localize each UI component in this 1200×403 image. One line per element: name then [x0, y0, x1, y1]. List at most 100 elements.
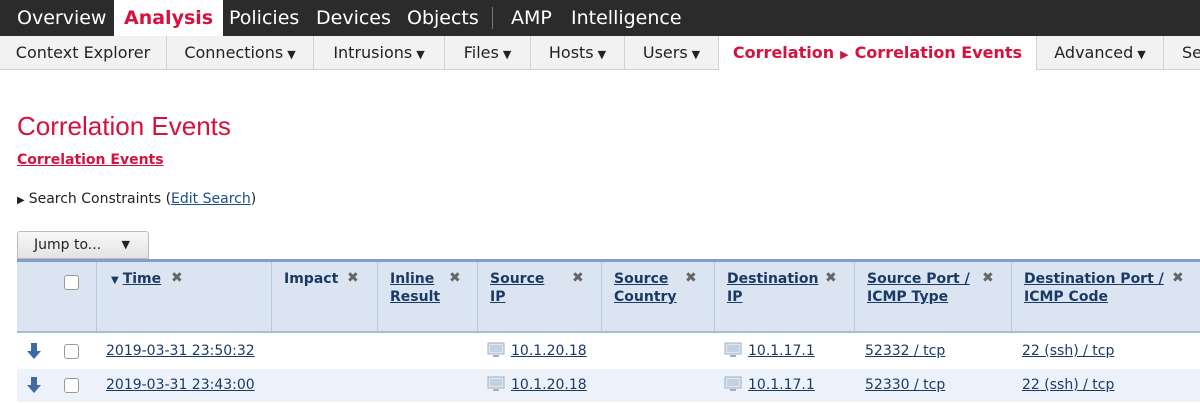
workflow-link[interactable]: Correlation Events — [17, 152, 164, 168]
remove-column-icon[interactable]: ✖ — [171, 270, 183, 286]
subnav-label: Hosts — [548, 43, 594, 62]
cell-source-ip[interactable]: 10.1.20.18 — [487, 369, 587, 402]
row-checkbox[interactable] — [64, 378, 79, 393]
subnav-hosts[interactable]: Hosts ▼ — [531, 36, 625, 69]
edit-search-link[interactable]: Edit Search — [171, 191, 251, 207]
jump-to-label: Jump to... — [34, 237, 102, 253]
subnav-intrusions[interactable]: Intrusions ▼ — [314, 36, 445, 69]
nav-amp[interactable]: AMP — [511, 0, 552, 36]
header-source-country-label[interactable]: Source Country — [614, 270, 677, 306]
header-source-country[interactable]: Source Country ✖ — [602, 262, 715, 331]
header-destination-port[interactable]: Destination Port / ICMP Code ✖ — [1012, 262, 1200, 331]
cell-time[interactable]: 2019-03-31 23:43:00 — [106, 369, 255, 402]
host-icon — [487, 376, 505, 391]
destination-port-link[interactable]: 22 (ssh) / tcp — [1022, 377, 1114, 393]
time-link[interactable]: 2019-03-31 23:50:32 — [106, 343, 255, 359]
table-row: 2019-03-31 23:43:00 10.1.20.18 10.1.17.1… — [17, 369, 1200, 402]
cell-destination-port[interactable]: 22 (ssh) / tcp — [1022, 335, 1114, 368]
cell-source-ip[interactable]: 10.1.20.18 — [487, 335, 587, 368]
subnav-label: Advanced — [1054, 43, 1134, 62]
header-select — [17, 262, 97, 331]
caret-down-icon: ▼ — [1137, 48, 1146, 61]
top-nav: Overview Analysis Policies Devices Objec… — [0, 0, 1200, 36]
nav-divider — [492, 7, 493, 29]
header-impact-label: Impact — [284, 271, 339, 287]
table-row: 2019-03-31 23:50:32 10.1.20.18 10.1.17.1… — [17, 335, 1200, 368]
cell-source-port[interactable]: 52330 / tcp — [865, 369, 945, 402]
header-destination-ip-label[interactable]: Destination IP — [727, 270, 818, 306]
caret-down-icon: ▼ — [416, 48, 425, 61]
subnav-context-explorer[interactable]: Context Explorer — [0, 36, 167, 69]
subnav-label: Connections — [184, 43, 284, 62]
subnav-label: Context Explorer — [15, 43, 151, 62]
header-impact[interactable]: Impact ✖ — [272, 262, 378, 331]
destination-ip-link[interactable]: 10.1.17.1 — [748, 343, 815, 359]
destination-port-link[interactable]: 22 (ssh) / tcp — [1022, 343, 1114, 359]
header-destination-port-label[interactable]: Destination Port / ICMP Code — [1024, 270, 1164, 306]
subnav-files[interactable]: Files ▼ — [445, 36, 531, 69]
source-port-link[interactable]: 52332 / tcp — [865, 343, 945, 359]
page-title: Correlation Events — [17, 111, 231, 141]
row-checkbox[interactable] — [64, 344, 79, 359]
remove-column-icon[interactable]: ✖ — [449, 270, 461, 286]
jump-to-dropdown[interactable]: Jump to... ▼ — [17, 231, 149, 259]
header-source-port[interactable]: Source Port / ICMP Type ✖ — [855, 262, 1012, 331]
nav-overview[interactable]: Overview — [17, 0, 106, 36]
remove-column-icon[interactable]: ✖ — [572, 270, 584, 286]
caret-down-icon: ▼ — [691, 48, 701, 61]
remove-column-icon[interactable]: ✖ — [825, 270, 837, 286]
cell-destination-ip[interactable]: 10.1.17.1 — [724, 369, 815, 402]
nav-objects[interactable]: Objects — [407, 0, 479, 36]
subnav-label: Users — [642, 43, 688, 62]
subnav-users[interactable]: Users ▼ — [625, 36, 719, 69]
nav-policies[interactable]: Policies — [229, 0, 299, 36]
nav-intelligence[interactable]: Intelligence — [571, 0, 682, 36]
select-all-checkbox[interactable] — [64, 275, 79, 290]
subnav-advanced[interactable]: Advanced ▼ — [1037, 36, 1164, 69]
host-icon — [487, 342, 505, 357]
header-time[interactable]: ▼ Time ✖ — [97, 262, 272, 331]
destination-ip-link[interactable]: 10.1.17.1 — [748, 377, 815, 393]
header-inline-result-label[interactable]: Inline Result — [390, 270, 440, 306]
remove-column-icon[interactable]: ✖ — [982, 270, 994, 286]
host-icon — [724, 376, 742, 391]
header-source-ip[interactable]: Source IP ✖ — [478, 262, 602, 331]
caret-down-icon: ▼ — [287, 48, 296, 61]
source-ip-link[interactable]: 10.1.20.18 — [511, 343, 587, 359]
cell-source-port[interactable]: 52332 / tcp — [865, 335, 945, 368]
caret-down-icon: ▼ — [597, 48, 607, 61]
subnav-label: Correlation — [732, 43, 835, 62]
source-ip-link[interactable]: 10.1.20.18 — [511, 377, 587, 393]
search-constraints-label: Search Constraints ( — [28, 191, 172, 207]
subnav-correlation-events[interactable]: Correlation ▶ Correlation Events — [719, 36, 1037, 70]
cell-destination-ip[interactable]: 10.1.17.1 — [724, 335, 815, 368]
header-inline-result[interactable]: Inline Result ✖ — [378, 262, 478, 331]
header-time-label[interactable]: ▼ Time — [111, 270, 161, 290]
remove-column-icon[interactable]: ✖ — [347, 270, 359, 286]
nav-devices[interactable]: Devices — [316, 0, 391, 36]
subnav-label: Se — [1182, 43, 1200, 62]
header-destination-ip[interactable]: Destination IP ✖ — [715, 262, 855, 331]
caret-down-icon: ▼ — [502, 48, 512, 61]
time-link[interactable]: 2019-03-31 23:43:00 — [106, 377, 255, 393]
header-source-port-label[interactable]: Source Port / ICMP Type — [867, 270, 970, 306]
paren: ) — [250, 191, 257, 207]
nav-analysis[interactable]: Analysis — [114, 0, 224, 36]
header-source-ip-label[interactable]: Source IP — [490, 270, 544, 306]
subnav-search[interactable]: Se — [1164, 36, 1200, 69]
subnav-label: Files — [463, 43, 499, 62]
remove-column-icon[interactable]: ✖ — [685, 270, 697, 286]
sort-desc-icon: ▼ — [111, 275, 119, 286]
search-constraints[interactable]: ▶ Search Constraints (Edit Search) — [17, 191, 256, 207]
breadcrumb-arrow-icon: ▶ — [840, 48, 849, 61]
remove-column-icon[interactable]: ✖ — [1172, 270, 1184, 286]
drilldown-arrow-icon[interactable] — [27, 343, 41, 359]
subnav-connections[interactable]: Connections ▼ — [167, 36, 314, 69]
expand-triangle-icon[interactable]: ▶ — [17, 195, 25, 206]
cell-destination-port[interactable]: 22 (ssh) / tcp — [1022, 369, 1114, 402]
subnav-label: Intrusions — [333, 43, 413, 62]
cell-time[interactable]: 2019-03-31 23:50:32 — [106, 335, 255, 368]
subnav-label: Correlation Events — [854, 43, 1023, 62]
source-port-link[interactable]: 52330 / tcp — [865, 377, 945, 393]
drilldown-arrow-icon[interactable] — [27, 377, 41, 393]
